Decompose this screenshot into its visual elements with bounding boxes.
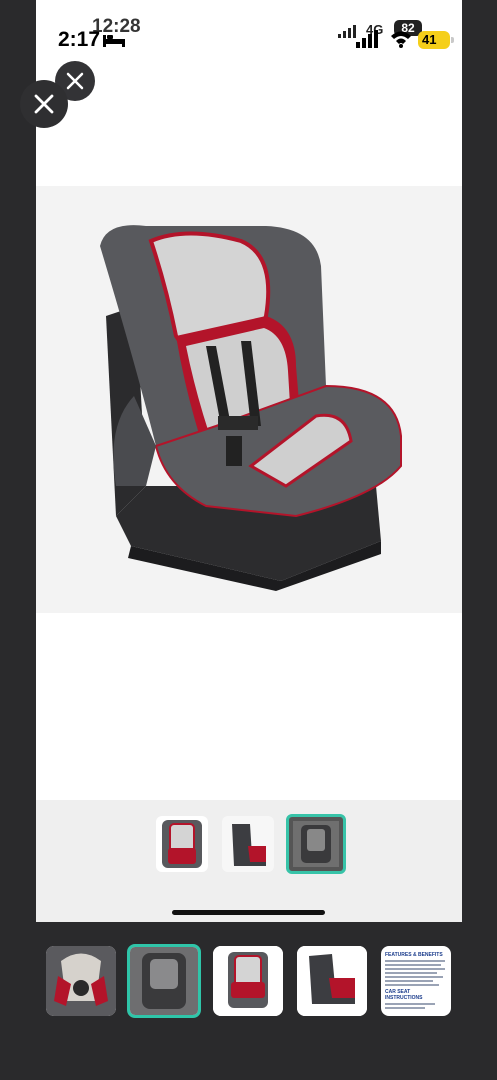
battery-badge: 41 xyxy=(418,31,454,49)
wifi-icon xyxy=(391,31,411,48)
close-icon xyxy=(66,72,84,90)
car-seat-image xyxy=(100,225,402,591)
status-time: 2:17 xyxy=(58,28,101,51)
gallery-thumb-3[interactable] xyxy=(213,946,283,1016)
home-indicator xyxy=(172,910,325,915)
close-icon xyxy=(34,94,54,114)
gallery-thumb-5-document[interactable]: FEATURES & BENEFITS CAR SEAT INSTRUCTION… xyxy=(381,946,451,1016)
gallery-thumb-4[interactable] xyxy=(297,946,367,1016)
doc-heading-instructions: CAR SEAT INSTRUCTIONS xyxy=(385,989,423,1001)
bed-icon xyxy=(103,35,125,47)
signal-icon xyxy=(356,30,378,48)
close-button[interactable] xyxy=(20,80,68,128)
gallery-thumb-2-selected[interactable] xyxy=(127,944,201,1018)
document-preview: FEATURES & BENEFITS CAR SEAT INSTRUCTION… xyxy=(385,952,447,1011)
product-main-image[interactable] xyxy=(36,186,462,613)
carousel-thumb-1[interactable] xyxy=(156,816,208,872)
carousel-thumb-2[interactable] xyxy=(222,816,274,872)
doc-heading-features: FEATURES & BENEFITS xyxy=(385,952,443,958)
gallery-thumb-1[interactable] xyxy=(46,946,116,1016)
image-carousel xyxy=(36,800,462,922)
carousel-thumb-3-selected[interactable] xyxy=(286,814,346,874)
inner-screenshot: 12:28 4G 82 xyxy=(36,0,462,922)
